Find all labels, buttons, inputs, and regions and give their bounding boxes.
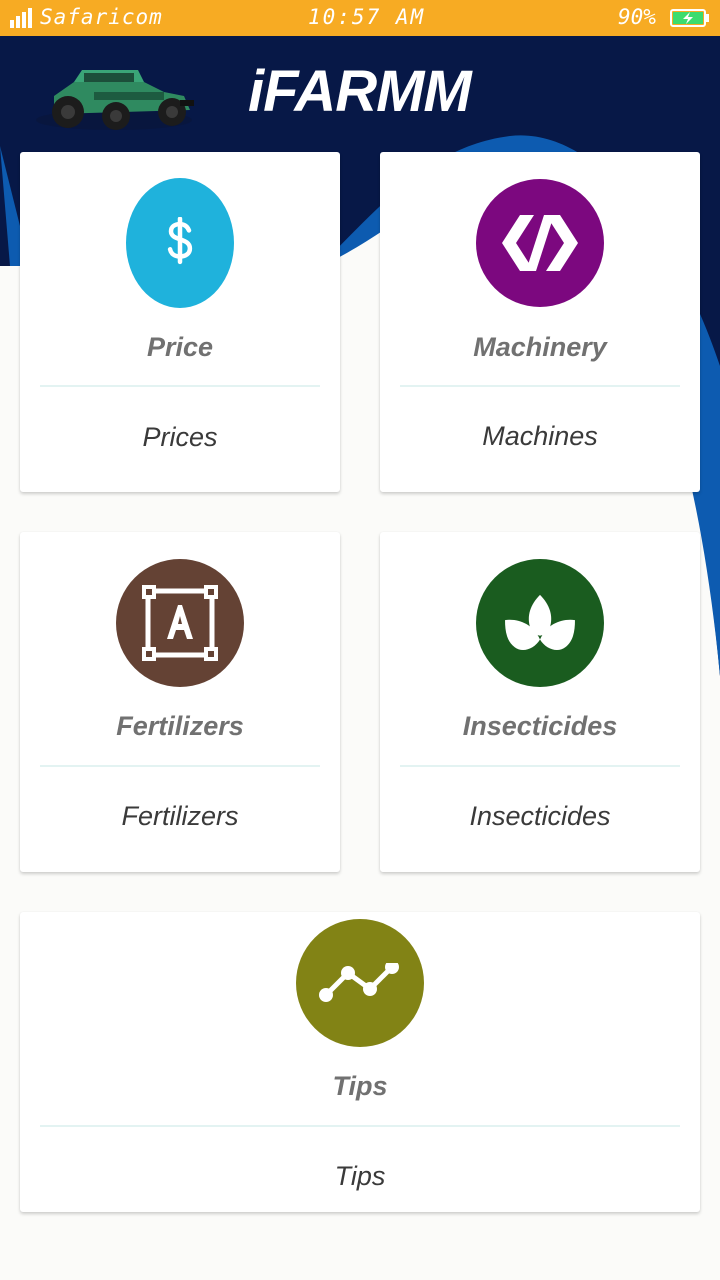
insecticides-icon-circle	[476, 559, 604, 687]
battery-percent: 90%	[618, 5, 656, 29]
divider	[40, 385, 320, 387]
tips-card-title: Tips	[332, 1071, 388, 1101]
tips-card[interactable]: Tips Tips	[20, 912, 700, 1212]
divider	[400, 765, 680, 767]
machinery-card-subtitle: Machines	[482, 421, 598, 451]
machinery-icon-circle	[476, 179, 604, 307]
carrier-name: Safaricom	[40, 5, 163, 29]
machinery-card-title: Machinery	[473, 332, 607, 362]
status-bar: Safaricom 10:57 AM 90%	[0, 0, 720, 36]
price-icon-circle	[126, 178, 234, 308]
fertilizers-card-title: Fertilizers	[116, 711, 244, 741]
tips-icon-circle	[296, 919, 424, 1047]
app-title: iFARMM	[248, 59, 472, 124]
dollar-icon	[167, 217, 193, 265]
spa-leaf-icon	[505, 594, 575, 651]
signal-icon	[10, 8, 32, 28]
price-card-subtitle: Prices	[142, 422, 218, 452]
battery-charging-icon	[670, 9, 709, 27]
price-card[interactable]: Price Prices	[20, 152, 340, 492]
fertilizers-icon-circle	[116, 559, 244, 687]
trending-line-icon	[319, 963, 399, 1002]
divider	[400, 385, 680, 387]
tips-card-subtitle: Tips	[334, 1161, 386, 1191]
format-shapes-icon	[142, 585, 218, 661]
status-time: 10:57 AM	[308, 5, 426, 29]
insecticides-card[interactable]: Insecticides Insecticides	[380, 532, 700, 872]
insecticides-card-title: Insecticides	[462, 711, 618, 741]
fertilizers-card-subtitle: Fertilizers	[121, 801, 239, 831]
fertilizers-card[interactable]: Fertilizers Fertilizers	[20, 532, 340, 872]
insecticides-card-subtitle: Insecticides	[469, 801, 611, 831]
price-card-title: Price	[146, 332, 214, 362]
polymer-icon	[502, 215, 578, 271]
divider	[40, 765, 320, 767]
app-header: iFARMM	[0, 36, 720, 152]
machinery-card[interactable]: Machinery Machines	[380, 152, 700, 492]
divider	[40, 1125, 680, 1127]
tractor-icon	[36, 70, 194, 130]
